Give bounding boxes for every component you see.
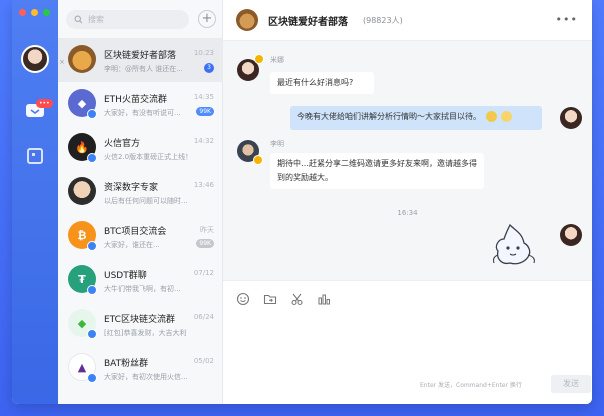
conversation-list: 搜索 + × 区块链爱好者部落 10:23 李明：@所有人 谁还在... 3 ◆… — [58, 0, 223, 404]
chat-header: 区块链爱好者部落 (98823人) ••• — [223, 0, 592, 41]
scissors-icon[interactable] — [290, 292, 304, 306]
folder-icon[interactable] — [263, 292, 277, 306]
message-bubble: 今晚有大佬给咱们讲解分析行情哟～大家拭目以待。 — [290, 106, 542, 130]
member-pill: 99K — [196, 239, 214, 248]
conversation-item[interactable]: 资深数字专家 13:46 以后有任何问题可以随时... — [58, 170, 223, 214]
message-text: 今晚有大佬给咱们讲解分析行情哟～大家拭目以待。 — [297, 112, 481, 121]
contacts-icon[interactable] — [27, 148, 43, 164]
member-pill: 99K — [196, 107, 214, 116]
message-bubble: 期待中…赶紧分享二维码邀请更多好友来啊，邀请越多得到的奖励越大。 — [270, 153, 484, 189]
conversation-avatar — [68, 45, 96, 73]
conversation-item[interactable]: ₿ BTC项目交流会 昨天 大家好，谁还在... 99K — [58, 214, 223, 258]
conversation-item[interactable]: ◆ ETH火苗交流群 14:35 大家好，有没有听说可... 99K — [58, 82, 223, 126]
sender-name: 李明 — [270, 140, 284, 148]
send-button[interactable]: 发送 — [551, 375, 591, 393]
conversation-preview: 大家好，谁还在... — [104, 241, 160, 249]
verified-icon — [87, 153, 97, 163]
minimize-window-button[interactable] — [31, 9, 38, 16]
conversation-name: BTC项目交流会 — [104, 227, 167, 237]
conversation-time: 05/02 — [193, 357, 214, 365]
verified-icon — [87, 241, 97, 251]
conversation-preview: 火信2.0版本重磅正式上线！ — [104, 153, 193, 161]
message-bubble: 最近有什么好消息吗? — [270, 72, 374, 94]
maximize-window-button[interactable] — [43, 9, 50, 16]
conversation-avatar — [68, 177, 96, 205]
conversation-time: 14:32 — [193, 137, 214, 145]
sender-name: 米娜 — [270, 56, 284, 64]
conversation-item[interactable]: ₮ USDT群聊 07/12 大牛们带我飞啊，有初... — [58, 258, 223, 302]
conversation-item[interactable]: ◆ ETC区块链交流群 06/24 [红包]恭喜发财，大吉大利 — [58, 302, 223, 346]
conversation-time: 13:46 — [193, 181, 214, 189]
conversation-preview: 大牛们带我飞啊，有初... — [104, 285, 181, 293]
conversation-preview: 以后有任何问题可以随时... — [104, 197, 188, 205]
composer-toolbar — [223, 280, 592, 315]
emoji-icon[interactable] — [236, 292, 250, 306]
chat-title: 区块链爱好者部落 — [268, 17, 348, 28]
verified-icon — [87, 285, 97, 295]
close-icon[interactable]: × — [59, 58, 65, 66]
conversation-preview: 大家好，有初次使用火信... — [104, 373, 188, 381]
conversation-name: USDT群聊 — [104, 271, 147, 281]
member-count: (98823人) — [363, 16, 403, 25]
conversation-item[interactable]: 🔥 火信官方 14:32 火信2.0版本重磅正式上线！ — [58, 126, 223, 170]
group-avatar — [236, 9, 258, 31]
conversation-preview: 大家好，有没有听说可... — [104, 109, 181, 117]
search-input[interactable]: 搜索 — [66, 10, 189, 29]
app-window: ••• 搜索 + × 区块链爱好者部落 10:23 李明：@所有人 谁还在...… — [12, 0, 592, 404]
conversation-time: 06/24 — [193, 313, 214, 321]
send-hint: Enter 发送，Command+Enter 换行 — [420, 382, 522, 389]
smile-emoji-icon — [501, 111, 513, 122]
conversation-preview: 李明：@所有人 谁还在... — [104, 65, 183, 73]
verified-icon — [87, 329, 97, 339]
my-avatar — [560, 224, 582, 246]
conversation-name: 火信官方 — [104, 139, 141, 149]
nav-rail: ••• — [12, 0, 58, 404]
unread-badge: ••• — [36, 99, 53, 108]
my-avatar — [560, 107, 582, 129]
unread-count: 3 — [204, 63, 214, 73]
search-icon — [74, 15, 83, 24]
chart-icon[interactable] — [317, 292, 331, 306]
message-area: 米娜 最近有什么好消息吗? 今晚有大佬给咱们讲解分析行情哟～大家拭目以待。 李明… — [223, 41, 592, 280]
user-avatar[interactable] — [21, 45, 49, 73]
conversation-item[interactable]: ▲ BAT粉丝群 05/02 大家好，有初次使用火信... — [58, 346, 223, 390]
sticker-icon — [492, 223, 535, 265]
conversation-time: 07/12 — [193, 269, 214, 277]
sunglasses-emoji-icon — [485, 111, 497, 122]
conversation-time: 14:35 — [193, 93, 214, 101]
conversation-name: 资深数字专家 — [104, 183, 159, 193]
conversation-name: ETC区块链交流群 — [104, 315, 175, 325]
search-placeholder: 搜索 — [88, 15, 104, 24]
chat-panel: 区块链爱好者部落 (98823人) ••• 米娜 最近有什么好消息吗? 今晚有大… — [223, 0, 592, 404]
close-window-button[interactable] — [19, 9, 26, 16]
conversation-name: BAT粉丝群 — [104, 359, 149, 369]
conversation-name: 区块链爱好者部落 — [104, 51, 177, 61]
add-button[interactable]: + — [198, 10, 216, 28]
message-timestamp: 16:34 — [397, 209, 418, 217]
verified-icon — [87, 373, 97, 383]
crown-icon — [254, 54, 264, 64]
conversation-item[interactable]: × 区块链爱好者部落 10:23 李明：@所有人 谁还在... 3 — [58, 38, 223, 82]
conversation-preview: [红包]恭喜发财，大吉大利 — [104, 329, 187, 337]
verified-icon — [87, 109, 97, 119]
window-controls — [19, 9, 50, 16]
conversation-name: ETH火苗交流群 — [104, 95, 167, 105]
conversation-time: 昨天 — [200, 226, 214, 234]
crown-icon — [253, 155, 263, 165]
conversation-time: 10:23 — [193, 49, 214, 57]
message-input[interactable] — [223, 314, 592, 370]
more-icon[interactable]: ••• — [556, 13, 578, 26]
